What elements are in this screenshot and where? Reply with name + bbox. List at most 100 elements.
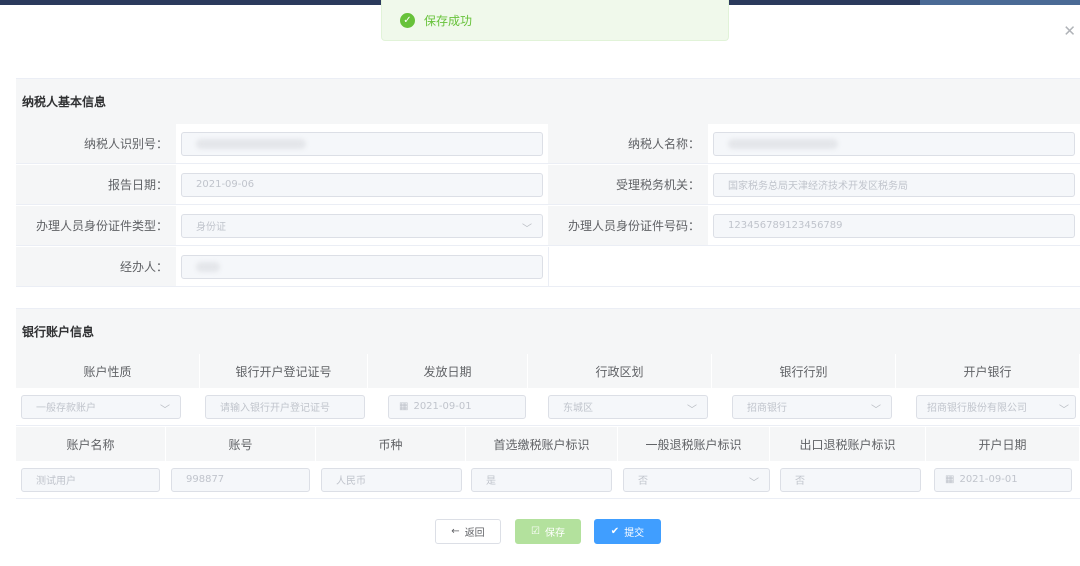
id-type-select[interactable]: 身份证 ﹀ (181, 213, 543, 238)
export-refund-account-cell: 否 (770, 461, 926, 498)
district-select[interactable]: 东城区 ﹀ (548, 394, 708, 419)
currency-input[interactable]: 人民币 (321, 467, 462, 492)
general-refund-account-cell: 否 ﹀ (618, 461, 770, 498)
general-refund-account-value: 否 (638, 476, 648, 487)
issue-date-input[interactable]: ▦ 2021-09-01 (388, 394, 526, 419)
bank-table2-row: 测试用户 998877 人民币 是 否 ﹀ 否 ▦ 2021-09-01 (16, 461, 1080, 499)
account-name-cell: 测试用户 (16, 461, 166, 498)
field-label: 受理税务机关： (548, 165, 708, 204)
account-type-select[interactable]: 一般存款账户 ﹀ (21, 394, 181, 419)
account-type-cell: 一般存款账户 ﹀ (16, 388, 200, 425)
id-number-cell: 123456789123456789 (708, 206, 1080, 245)
bank-type-select[interactable]: 招商银行 ﹀ (732, 394, 892, 419)
open-date-cell: ▦ 2021-09-01 (926, 461, 1080, 498)
bank-type-cell: 招商银行 ﹀ (712, 388, 896, 425)
calendar-icon: ▦ (399, 401, 409, 412)
form-row-2: 报告日期： 2021-09-06 受理税务机关： 国家税务总局天津经济技术开发区… (16, 165, 1080, 205)
export-refund-account-input[interactable]: 否 (780, 467, 921, 492)
chevron-down-icon: ﹀ (871, 404, 881, 416)
close-icon[interactable]: ✕ (1063, 22, 1076, 40)
issue-date-cell: ▦ 2021-09-01 (368, 388, 528, 425)
save-icon: ☑ (531, 526, 540, 537)
form-row-3: 办理人员身份证件类型： 身份证 ﹀ 办理人员身份证件号码： 1234567891… (16, 206, 1080, 246)
bank-name-cell: 招商银行股份有限公司 ﹀ (896, 388, 1080, 425)
district-cell: 东城区 ﹀ (528, 388, 712, 425)
redacted-value (728, 138, 838, 149)
empty-cell (548, 247, 1080, 286)
top-strip-right (920, 0, 1080, 5)
taxpayer-name-input[interactable] (713, 131, 1075, 156)
check-circle-icon: ✔ (610, 526, 620, 537)
section-bank-title-text: 银行账户信息 (22, 325, 95, 339)
column-header: 出口退税账户标识 (770, 427, 926, 461)
column-header: 首选缴税账户标识 (466, 427, 618, 461)
chevron-down-icon: ﹀ (522, 223, 532, 235)
column-header: 账户性质 (16, 354, 200, 388)
account-name-input[interactable]: 测试用户 (21, 467, 160, 492)
save-button-label: 保存 (544, 528, 565, 539)
column-header: 账号 (166, 427, 316, 461)
success-toast: ✓ 保存成功 (381, 0, 729, 41)
toast-message: 保存成功 (424, 13, 473, 28)
general-refund-account-select[interactable]: 否 ﹀ (623, 467, 770, 492)
report-date-input[interactable]: 2021-09-06 (181, 172, 543, 197)
account-type-value: 一般存款账户 (36, 403, 96, 414)
chevron-down-icon: ﹀ (749, 477, 759, 489)
account-no-input[interactable]: 998877 (171, 467, 310, 492)
calendar-icon: ▦ (945, 474, 955, 485)
field-label: 纳税人名称： (548, 124, 708, 163)
bank-type-value: 招商银行 (747, 403, 787, 414)
id-type-value: 身份证 (196, 222, 226, 233)
chevron-down-icon: ﹀ (687, 404, 697, 416)
registration-no-input[interactable]: 请输入银行开户登记证号 (205, 394, 365, 419)
section-taxpayer-title-text: 纳税人基本信息 (22, 95, 107, 109)
district-value: 东城区 (563, 403, 593, 414)
column-header: 账户名称 (16, 427, 166, 461)
preferred-tax-account-input[interactable]: 是 (471, 467, 612, 492)
column-header: 行政区划 (528, 354, 712, 388)
preferred-tax-account-cell: 是 (466, 461, 618, 498)
open-date-value: 2021-09-01 (959, 474, 1018, 485)
bank-table1-row: 一般存款账户 ﹀ 请输入银行开户登记证号 ▦ 2021-09-01 东城区 ﹀ … (16, 388, 1080, 426)
tax-authority-input[interactable]: 国家税务总局天津经济技术开发区税务局 (713, 172, 1075, 197)
column-header: 开户银行 (896, 354, 1080, 388)
chevron-down-icon: ﹀ (1059, 400, 1069, 416)
bank-table1-header: 账户性质 银行开户登记证号 发放日期 行政区划 银行行别 开户银行 (16, 354, 1080, 388)
column-header: 银行开户登记证号 (200, 354, 368, 388)
bank-name-select[interactable]: 招商银行股份有限公司 ﹀ (916, 394, 1076, 419)
form-row-1: 纳税人识别号： 纳税人名称： (16, 124, 1080, 164)
save-button[interactable]: ☑ 保存 (515, 519, 581, 544)
bank-name-value: 招商银行股份有限公司 (927, 403, 1027, 414)
taxpayer-name-cell (708, 124, 1080, 163)
taxpayer-id-cell (176, 124, 548, 163)
agent-cell (176, 247, 548, 286)
check-circle-icon: ✓ (400, 12, 415, 28)
taxpayer-id-input[interactable] (181, 131, 543, 156)
id-number-input[interactable]: 123456789123456789 (713, 213, 1075, 238)
back-button-label: 返回 (464, 528, 485, 539)
submit-button-label: 提交 (624, 528, 645, 539)
field-label: 办理人员身份证件号码： (548, 206, 708, 245)
section-taxpayer-title: 纳税人基本信息 (16, 78, 1080, 124)
issue-date-value: 2021-09-01 (413, 401, 472, 412)
back-button[interactable]: ← 返回 (435, 519, 501, 544)
id-type-cell: 身份证 ﹀ (176, 206, 548, 245)
column-header: 开户日期 (926, 427, 1080, 461)
section-bank-title: 银行账户信息 (16, 308, 1080, 354)
currency-cell: 人民币 (316, 461, 466, 498)
bank-table2-header: 账户名称 账号 币种 首选缴税账户标识 一般退税账户标识 出口退税账户标识 开户… (16, 427, 1080, 461)
registration-no-cell: 请输入银行开户登记证号 (200, 388, 368, 425)
form-row-4: 经办人： (16, 247, 1080, 287)
field-label: 纳税人识别号： (16, 124, 176, 163)
field-label: 办理人员身份证件类型： (16, 206, 176, 245)
tax-authority-cell: 国家税务总局天津经济技术开发区税务局 (708, 165, 1080, 204)
column-header: 一般退税账户标识 (618, 427, 770, 461)
column-header: 发放日期 (368, 354, 528, 388)
account-no-cell: 998877 (166, 461, 316, 498)
chevron-down-icon: ﹀ (160, 404, 170, 416)
agent-input[interactable] (181, 254, 543, 279)
report-date-cell: 2021-09-06 (176, 165, 548, 204)
open-date-input[interactable]: ▦ 2021-09-01 (934, 467, 1072, 492)
submit-button[interactable]: ✔ 提交 (594, 519, 661, 544)
field-label: 经办人： (16, 247, 176, 286)
